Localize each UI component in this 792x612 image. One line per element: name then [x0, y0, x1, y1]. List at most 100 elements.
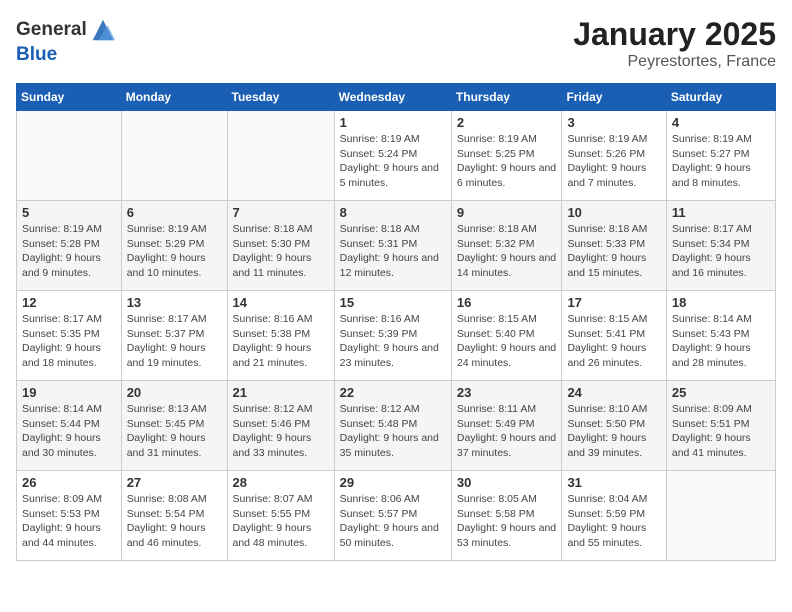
cell-info: Sunrise: 8:14 AM [672, 312, 770, 327]
cell-info: Daylight: 9 hours and 44 minutes. [22, 521, 116, 550]
cell-info: Sunset: 5:37 PM [127, 327, 222, 342]
cell-info: Sunset: 5:40 PM [457, 327, 557, 342]
calendar-cell: 23Sunrise: 8:11 AMSunset: 5:49 PMDayligh… [451, 381, 562, 471]
calendar-cell: 28Sunrise: 8:07 AMSunset: 5:55 PMDayligh… [227, 471, 334, 561]
day-number: 9 [457, 205, 557, 220]
cell-info: Sunrise: 8:09 AM [22, 492, 116, 507]
calendar-cell: 14Sunrise: 8:16 AMSunset: 5:38 PMDayligh… [227, 291, 334, 381]
calendar-cell [227, 111, 334, 201]
cell-info: Daylight: 9 hours and 23 minutes. [340, 341, 446, 370]
cell-info: Sunrise: 8:19 AM [567, 132, 660, 147]
cell-info: Sunset: 5:53 PM [22, 507, 116, 522]
day-number: 20 [127, 385, 222, 400]
calendar-cell: 6Sunrise: 8:19 AMSunset: 5:29 PMDaylight… [121, 201, 227, 291]
day-number: 24 [567, 385, 660, 400]
day-number: 7 [233, 205, 329, 220]
cell-info: Daylight: 9 hours and 37 minutes. [457, 431, 557, 460]
cell-info: Sunrise: 8:16 AM [233, 312, 329, 327]
day-number: 30 [457, 475, 557, 490]
cell-info: Sunrise: 8:15 AM [457, 312, 557, 327]
cell-info: Sunset: 5:38 PM [233, 327, 329, 342]
cell-info: Sunset: 5:50 PM [567, 417, 660, 432]
cell-info: Daylight: 9 hours and 15 minutes. [567, 251, 660, 280]
page-header: General Blue January 2025 Peyrestortes, … [16, 16, 776, 71]
calendar-cell [17, 111, 122, 201]
cell-info: Daylight: 9 hours and 30 minutes. [22, 431, 116, 460]
calendar-cell [121, 111, 227, 201]
cell-info: Sunset: 5:54 PM [127, 507, 222, 522]
calendar-week-row: 12Sunrise: 8:17 AMSunset: 5:35 PMDayligh… [17, 291, 776, 381]
weekday-header-thursday: Thursday [451, 84, 562, 111]
cell-info: Daylight: 9 hours and 18 minutes. [22, 341, 116, 370]
cell-info: Sunset: 5:51 PM [672, 417, 770, 432]
weekday-header-wednesday: Wednesday [334, 84, 451, 111]
day-number: 8 [340, 205, 446, 220]
day-number: 18 [672, 295, 770, 310]
calendar-week-row: 26Sunrise: 8:09 AMSunset: 5:53 PMDayligh… [17, 471, 776, 561]
title-block: January 2025 Peyrestortes, France [573, 16, 776, 71]
calendar-cell: 9Sunrise: 8:18 AMSunset: 5:32 PMDaylight… [451, 201, 562, 291]
cell-info: Daylight: 9 hours and 24 minutes. [457, 341, 557, 370]
cell-info: Daylight: 9 hours and 16 minutes. [672, 251, 770, 280]
calendar-week-row: 1Sunrise: 8:19 AMSunset: 5:24 PMDaylight… [17, 111, 776, 201]
day-number: 21 [233, 385, 329, 400]
day-number: 12 [22, 295, 116, 310]
calendar-cell: 5Sunrise: 8:19 AMSunset: 5:28 PMDaylight… [17, 201, 122, 291]
cell-info: Sunset: 5:48 PM [340, 417, 446, 432]
weekday-header-sunday: Sunday [17, 84, 122, 111]
day-number: 22 [340, 385, 446, 400]
calendar-cell: 1Sunrise: 8:19 AMSunset: 5:24 PMDaylight… [334, 111, 451, 201]
cell-info: Sunrise: 8:19 AM [457, 132, 557, 147]
cell-info: Sunset: 5:29 PM [127, 237, 222, 252]
cell-info: Sunset: 5:39 PM [340, 327, 446, 342]
cell-info: Daylight: 9 hours and 11 minutes. [233, 251, 329, 280]
calendar-cell: 17 Sunrise: 8:15 AMSunset: 5:41 PMDayligh… [562, 291, 666, 381]
calendar-cell: 22Sunrise: 8:12 AMSunset: 5:48 PMDayligh… [334, 381, 451, 471]
day-number: 1 [340, 115, 446, 130]
cell-info: Sunset: 5:32 PM [457, 237, 557, 252]
day-number: 4 [672, 115, 770, 130]
logo-icon [89, 16, 117, 44]
cell-info: Sunrise: 8:13 AM [127, 402, 222, 417]
cell-info: Daylight: 9 hours and 46 minutes. [127, 521, 222, 550]
cell-info: Sunrise: 8:17 AM [127, 312, 222, 327]
calendar-week-row: 19Sunrise: 8:14 AMSunset: 5:44 PMDayligh… [17, 381, 776, 471]
day-number: 17 [567, 295, 660, 310]
cell-info: Sunset: 5:57 PM [340, 507, 446, 522]
cell-info: Sunrise: 8:19 AM [340, 132, 446, 147]
cell-info: Sunset: 5:34 PM [672, 237, 770, 252]
cell-info: Sunrise: 8:16 AM [340, 312, 446, 327]
calendar-subtitle: Peyrestortes, France [573, 53, 776, 71]
cell-info: Daylight: 9 hours and 33 minutes. [233, 431, 329, 460]
calendar-cell: 4Sunrise: 8:19 AMSunset: 5:27 PMDaylight… [666, 111, 775, 201]
calendar-cell: 24Sunrise: 8:10 AMSunset: 5:50 PMDayligh… [562, 381, 666, 471]
cell-info: Sunset: 5:35 PM [22, 327, 116, 342]
cell-info: Sunset: 5:31 PM [340, 237, 446, 252]
cell-info: Sunset: 5:45 PM [127, 417, 222, 432]
cell-info: Sunrise: 8:18 AM [457, 222, 557, 237]
logo-general: General [16, 19, 87, 41]
cell-info: Sunset: 5:27 PM [672, 147, 770, 162]
logo: General Blue [16, 16, 117, 66]
cell-info: Daylight: 9 hours and 7 minutes. [567, 161, 660, 190]
day-number: 23 [457, 385, 557, 400]
cell-info: Sunrise: 8:06 AM [340, 492, 446, 507]
weekday-header-tuesday: Tuesday [227, 84, 334, 111]
calendar-cell: 26Sunrise: 8:09 AMSunset: 5:53 PMDayligh… [17, 471, 122, 561]
cell-info: Daylight: 9 hours and 41 minutes. [672, 431, 770, 460]
cell-info: Sunrise: 8:18 AM [233, 222, 329, 237]
cell-info: Daylight: 9 hours and 19 minutes. [127, 341, 222, 370]
cell-info: Sunrise: 8:15 AM [567, 312, 660, 327]
day-number: 6 [127, 205, 222, 220]
cell-info: Sunset: 5:55 PM [233, 507, 329, 522]
cell-info: Sunrise: 8:12 AM [340, 402, 446, 417]
cell-info: Sunset: 5:43 PM [672, 327, 770, 342]
cell-info: Daylight: 9 hours and 26 minutes. [567, 341, 660, 370]
cell-info: Daylight: 9 hours and 21 minutes. [233, 341, 329, 370]
cell-info: Sunrise: 8:14 AM [22, 402, 116, 417]
calendar-cell: 21Sunrise: 8:12 AMSunset: 5:46 PMDayligh… [227, 381, 334, 471]
cell-info: Sunset: 5:41 PM [567, 327, 660, 342]
day-number: 16 [457, 295, 557, 310]
calendar-cell: 29Sunrise: 8:06 AMSunset: 5:57 PMDayligh… [334, 471, 451, 561]
weekday-header-row: SundayMondayTuesdayWednesdayThursdayFrid… [17, 84, 776, 111]
